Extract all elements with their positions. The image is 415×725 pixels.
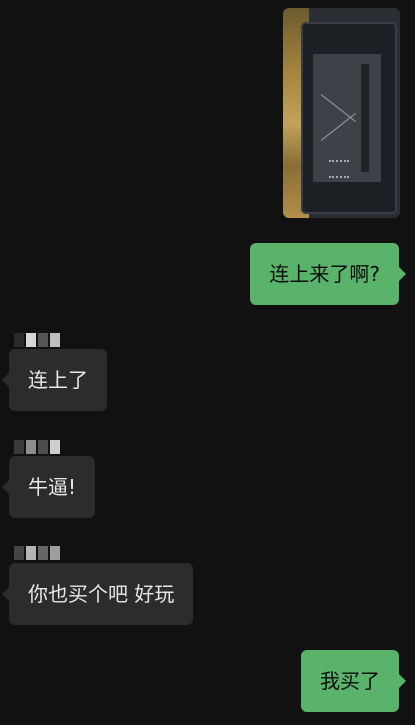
message-bubble-incoming[interactable]: 你也买个吧 好玩 <box>1 563 194 625</box>
sender-name-redacted <box>14 333 64 347</box>
message-text: 你也买个吧 好玩 <box>28 582 175 606</box>
sender-name-redacted <box>14 546 64 560</box>
sent-image-message[interactable] <box>283 8 400 218</box>
message-bubble-outgoing[interactable]: 我买了 <box>301 650 406 712</box>
sender-name-redacted <box>14 440 64 454</box>
message-bubble-incoming[interactable]: 牛逼! <box>1 456 96 518</box>
message-text: 牛逼! <box>28 475 77 499</box>
message-text: 连上来了啊? <box>269 262 380 286</box>
message-bubble-outgoing[interactable]: 连上来了啊? <box>250 243 406 305</box>
image-device <box>301 22 397 214</box>
message-bubble-incoming[interactable]: 连上了 <box>2 349 107 411</box>
chat-thread: 连上来了啊? 连上了 牛逼! 你也买个吧 好玩 我买了 <box>0 0 415 725</box>
message-text: 连上了 <box>28 368 88 392</box>
message-text: 我买了 <box>320 669 380 693</box>
